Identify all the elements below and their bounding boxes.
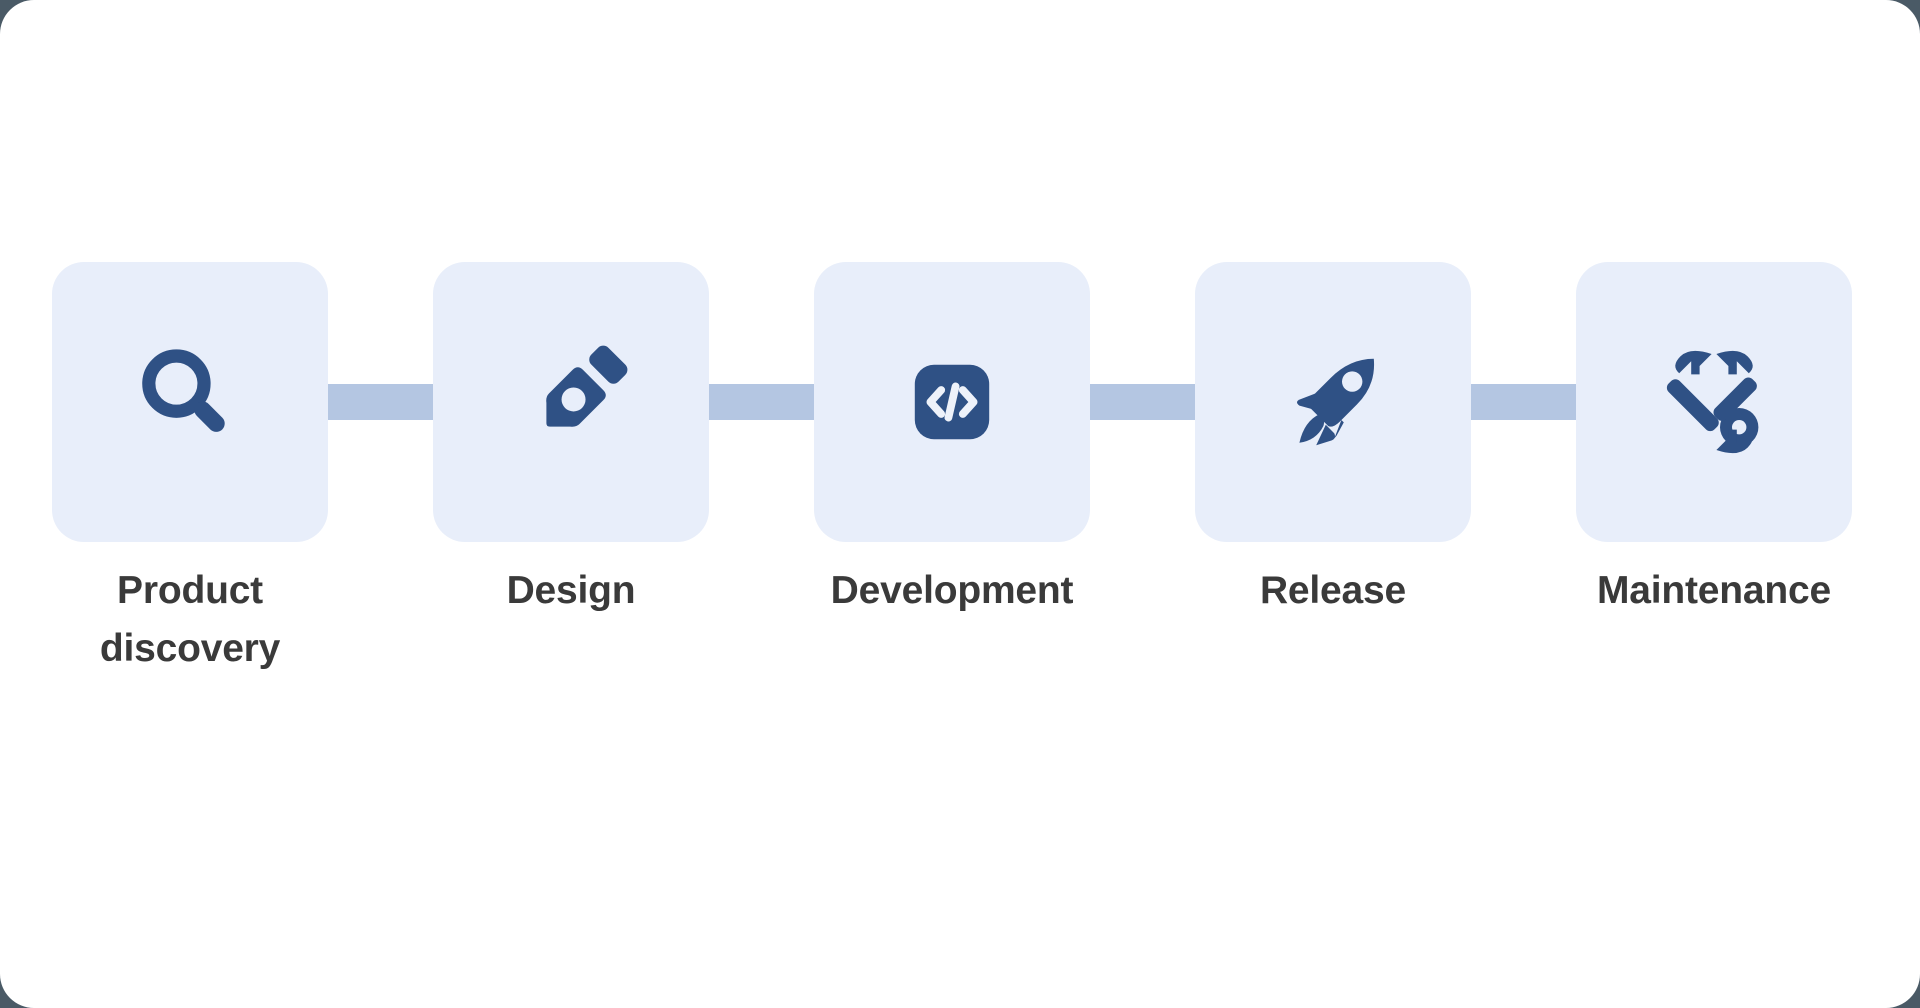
process-flow-diagram: Product discovery Design Development Rel… bbox=[52, 262, 1852, 670]
step-icon-card[interactable] bbox=[814, 262, 1090, 542]
connector-2 bbox=[708, 384, 815, 420]
step-label-4: Release bbox=[1259, 569, 1407, 612]
rocket-icon bbox=[1273, 342, 1393, 462]
step-label-2: Design bbox=[506, 569, 636, 612]
process-step-5[interactable]: Maintenance bbox=[1576, 262, 1852, 612]
connector-3 bbox=[1089, 384, 1196, 420]
magnifier-icon bbox=[130, 342, 250, 462]
connector-4 bbox=[1470, 384, 1577, 420]
process-step-2[interactable]: Design bbox=[433, 262, 709, 612]
step-label-1: Product discovery bbox=[99, 569, 281, 670]
process-step-4[interactable]: Release bbox=[1195, 262, 1471, 612]
step-label-5: Maintenance bbox=[1596, 569, 1832, 612]
page-canvas: Product discovery Design Development Rel… bbox=[0, 0, 1920, 1008]
step-icon-card[interactable] bbox=[433, 262, 709, 542]
process-step-1[interactable]: Product discovery bbox=[52, 262, 328, 670]
crossed-wrenches-icon bbox=[1654, 342, 1774, 462]
pen-nib-icon bbox=[511, 342, 631, 462]
connector-1 bbox=[327, 384, 434, 420]
code-brackets-icon bbox=[892, 342, 1012, 462]
step-label-3: Development bbox=[830, 569, 1074, 612]
step-icon-card[interactable] bbox=[1195, 262, 1471, 542]
step-icon-card[interactable] bbox=[52, 262, 328, 542]
process-step-3[interactable]: Development bbox=[814, 262, 1090, 612]
step-icon-card[interactable] bbox=[1576, 262, 1852, 542]
